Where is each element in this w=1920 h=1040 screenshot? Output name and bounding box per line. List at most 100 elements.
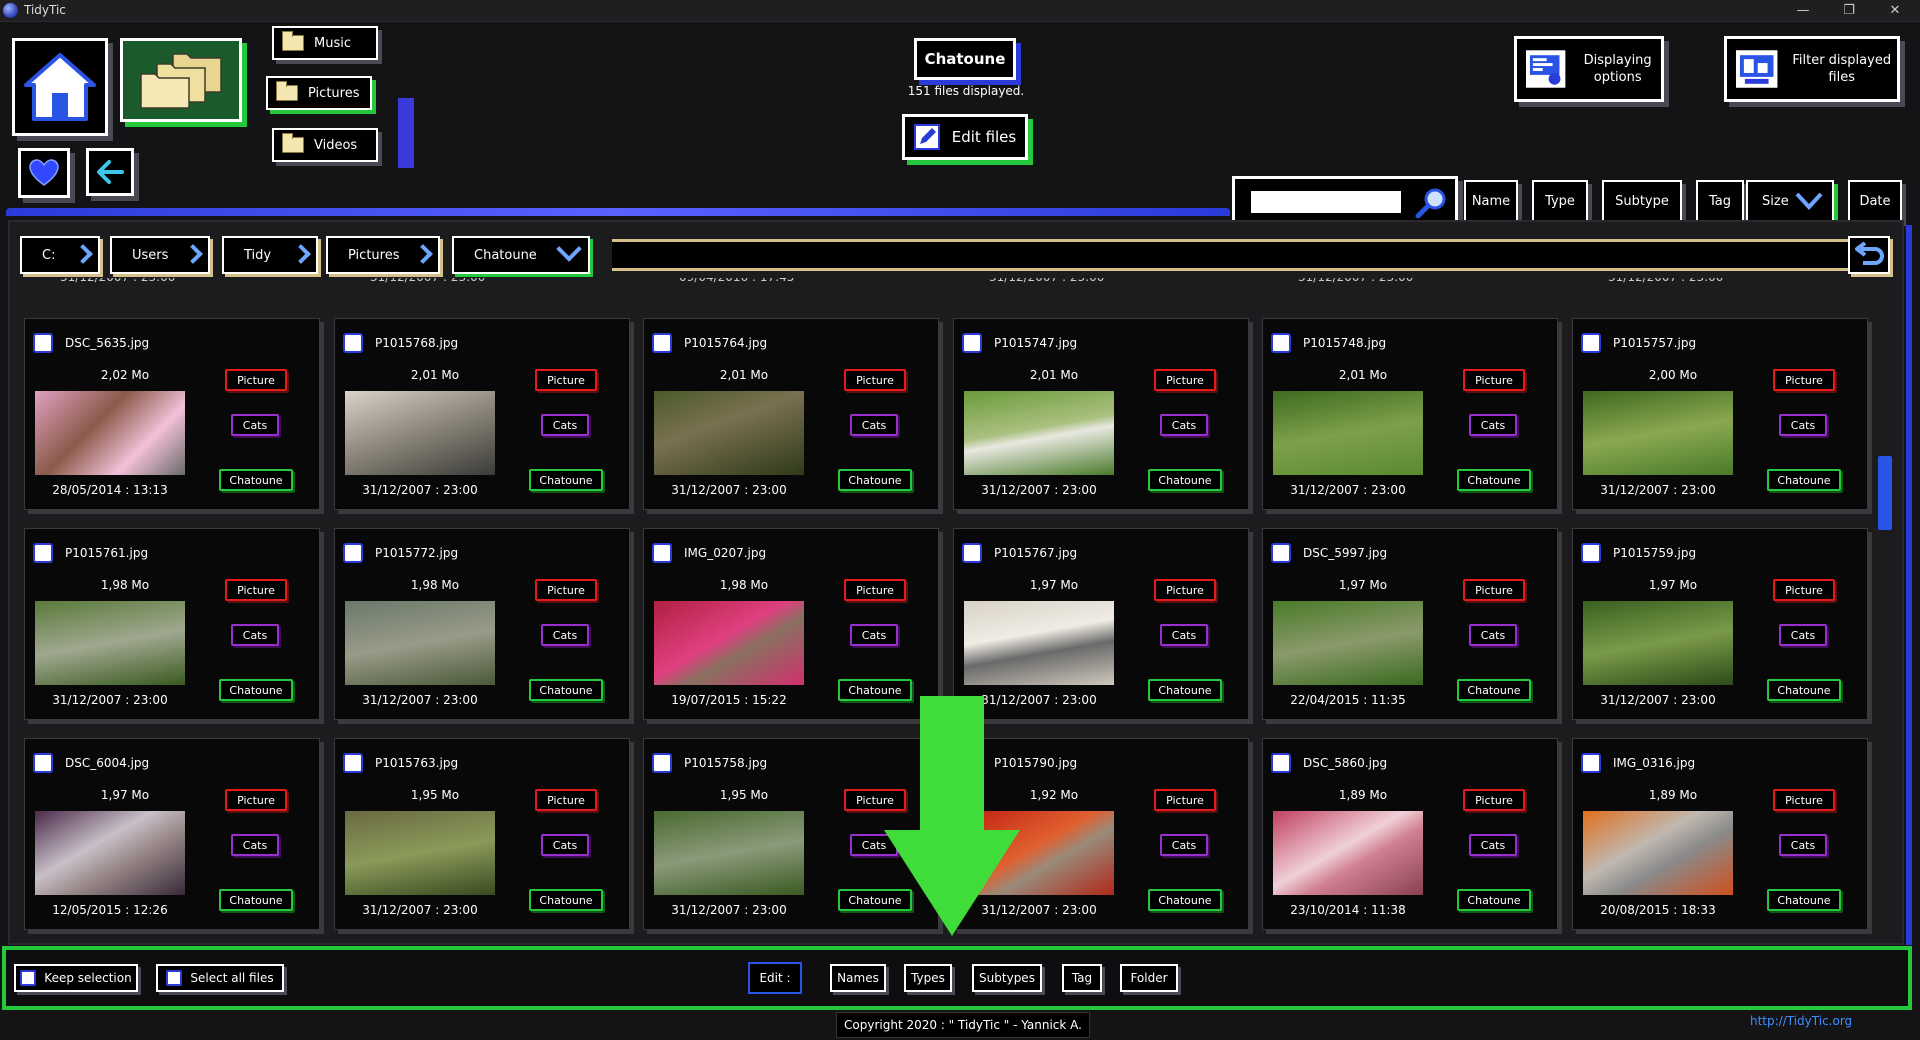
- folder-tag[interactable]: Chatoune: [1457, 889, 1531, 911]
- file-select-checkbox[interactable]: [1271, 753, 1291, 773]
- file-thumbnail[interactable]: [1273, 601, 1423, 685]
- folder-tag[interactable]: Chatoune: [1457, 469, 1531, 491]
- file-thumbnail[interactable]: [1273, 391, 1423, 475]
- breadcrumb-item-pictures[interactable]: Pictures: [326, 236, 440, 274]
- file-card[interactable]: IMG_0207.jpg 1,98 Mo 19/07/2015 : 15:22 Pic…: [643, 528, 939, 720]
- quick-folder-music[interactable]: Music: [272, 26, 378, 60]
- sort-by-type-button[interactable]: Type: [1532, 180, 1588, 222]
- file-select-checkbox[interactable]: [962, 543, 982, 563]
- file-select-checkbox[interactable]: [1581, 333, 1601, 353]
- type-tag[interactable]: Picture: [1773, 579, 1835, 601]
- subtype-tag[interactable]: Cats: [541, 414, 589, 436]
- sort-by-date-button[interactable]: Date: [1848, 180, 1902, 222]
- breadcrumb-item-users[interactable]: Users: [110, 236, 210, 274]
- file-thumbnail[interactable]: [1583, 601, 1733, 685]
- filter-files-button[interactable]: Filter displayed files: [1724, 36, 1900, 102]
- file-card[interactable]: DSC_5997.jpg 1,97 Mo 22/04/2015 : 11:35 Pic…: [1262, 528, 1558, 720]
- file-card[interactable]: P1015767.jpg 1,97 Mo 31/12/2007 : 23:00 Pic…: [953, 528, 1249, 720]
- home-button[interactable]: [12, 38, 108, 136]
- file-card[interactable]: IMG_0316.jpg 1,89 Mo 20/08/2015 : 18:33 Pic…: [1572, 738, 1868, 930]
- folder-tag[interactable]: Chatoune: [1767, 469, 1841, 491]
- file-thumbnail[interactable]: [35, 811, 185, 895]
- folder-tag[interactable]: Chatoune: [1148, 469, 1222, 491]
- search-input[interactable]: [1251, 191, 1401, 213]
- file-thumbnail[interactable]: [345, 391, 495, 475]
- subtype-tag[interactable]: Cats: [231, 834, 279, 856]
- file-thumbnail[interactable]: [1273, 811, 1423, 895]
- search-icon[interactable]: [1415, 187, 1449, 219]
- edit-subtypes-button[interactable]: Subtypes: [972, 964, 1042, 992]
- file-thumbnail[interactable]: [654, 811, 804, 895]
- file-card[interactable]: DSC_5635.jpg 2,02 Mo 28/05/2014 : 13:13 Pic…: [24, 318, 320, 510]
- folder-tag[interactable]: Chatoune: [1148, 889, 1222, 911]
- file-card[interactable]: P1015764.jpg 2,01 Mo 31/12/2007 : 23:00 Pic…: [643, 318, 939, 510]
- subtype-tag[interactable]: Cats: [1469, 834, 1517, 856]
- sort-by-size-button[interactable]: Size: [1746, 180, 1834, 222]
- minimize-button[interactable]: —: [1780, 0, 1826, 22]
- subtype-tag[interactable]: Cats: [1779, 834, 1827, 856]
- folder-tag[interactable]: Chatoune: [529, 469, 603, 491]
- file-select-checkbox[interactable]: [343, 333, 363, 353]
- file-select-checkbox[interactable]: [1271, 543, 1291, 563]
- subtype-tag[interactable]: Cats: [1779, 414, 1827, 436]
- quick-folder-videos[interactable]: Videos: [272, 128, 378, 162]
- file-thumbnail[interactable]: [654, 391, 804, 475]
- parent-folder-button[interactable]: [1848, 236, 1890, 274]
- sort-by-tag-button[interactable]: Tag: [1696, 180, 1744, 222]
- file-select-checkbox[interactable]: [962, 333, 982, 353]
- sort-by-subtype-button[interactable]: Subtype: [1602, 180, 1682, 222]
- close-button[interactable]: ✕: [1872, 0, 1918, 22]
- file-select-checkbox[interactable]: [652, 333, 672, 353]
- type-tag[interactable]: Picture: [1154, 369, 1216, 391]
- edit-folder-button[interactable]: Folder: [1120, 964, 1178, 992]
- breadcrumb-item-chatoune[interactable]: Chatoune: [452, 236, 590, 274]
- file-card[interactable]: P1015772.jpg 1,98 Mo 31/12/2007 : 23:00 Pic…: [334, 528, 630, 720]
- type-tag[interactable]: Picture: [1773, 369, 1835, 391]
- file-select-checkbox[interactable]: [33, 333, 53, 353]
- folder-tag[interactable]: Chatoune: [529, 679, 603, 701]
- sort-by-name-button[interactable]: Name: [1464, 180, 1518, 222]
- type-tag[interactable]: Picture: [1154, 789, 1216, 811]
- file-select-checkbox[interactable]: [343, 543, 363, 563]
- subtype-tag[interactable]: Cats: [1160, 414, 1208, 436]
- type-tag[interactable]: Picture: [1773, 789, 1835, 811]
- file-thumbnail[interactable]: [1583, 811, 1733, 895]
- favorites-button[interactable]: [18, 148, 70, 198]
- file-card[interactable]: P1015761.jpg 1,98 Mo 31/12/2007 : 23:00 Pic…: [24, 528, 320, 720]
- type-tag[interactable]: Picture: [1463, 369, 1525, 391]
- type-tag[interactable]: Picture: [535, 369, 597, 391]
- folder-tag[interactable]: Chatoune: [219, 679, 293, 701]
- file-thumbnail[interactable]: [1583, 391, 1733, 475]
- breadcrumb-path-field[interactable]: [612, 239, 1850, 271]
- subtype-tag[interactable]: Cats: [1469, 624, 1517, 646]
- file-select-checkbox[interactable]: [1581, 543, 1601, 563]
- file-thumbnail[interactable]: [964, 601, 1114, 685]
- file-thumbnail[interactable]: [35, 391, 185, 475]
- subtype-tag[interactable]: Cats: [850, 624, 898, 646]
- file-select-checkbox[interactable]: [652, 543, 672, 563]
- breadcrumb-item-c[interactable]: C:: [20, 236, 100, 274]
- file-card[interactable]: P1015757.jpg 2,00 Mo 31/12/2007 : 23:00 Pic…: [1572, 318, 1868, 510]
- file-select-checkbox[interactable]: [343, 753, 363, 773]
- folder-tag[interactable]: Chatoune: [1148, 679, 1222, 701]
- subtype-tag[interactable]: Cats: [1779, 624, 1827, 646]
- quick-folder-pictures[interactable]: Pictures: [266, 76, 372, 110]
- file-card[interactable]: DSC_5860.jpg 1,89 Mo 23/10/2014 : 11:38 Pic…: [1262, 738, 1558, 930]
- edit-types-button[interactable]: Types: [904, 964, 952, 992]
- file-select-checkbox[interactable]: [652, 753, 672, 773]
- type-tag[interactable]: Picture: [225, 369, 287, 391]
- breadcrumb-item-tidy[interactable]: Tidy: [222, 236, 318, 274]
- type-tag[interactable]: Picture: [535, 789, 597, 811]
- displaying-options-button[interactable]: Displaying options: [1514, 36, 1664, 102]
- folder-tag[interactable]: Chatoune: [219, 469, 293, 491]
- type-tag[interactable]: Picture: [1463, 579, 1525, 601]
- folder-tag[interactable]: Chatoune: [529, 889, 603, 911]
- file-thumbnail[interactable]: [345, 811, 495, 895]
- quick-folders-scrollbar[interactable]: [398, 98, 414, 168]
- file-thumbnail[interactable]: [654, 601, 804, 685]
- file-card[interactable]: P1015763.jpg 1,95 Mo 31/12/2007 : 23:00 Pic…: [334, 738, 630, 930]
- file-card[interactable]: P1015748.jpg 2,01 Mo 31/12/2007 : 23:00 Pic…: [1262, 318, 1558, 510]
- file-thumbnail[interactable]: [345, 601, 495, 685]
- type-tag[interactable]: Picture: [225, 789, 287, 811]
- website-link[interactable]: http://TidyTic.org: [1750, 1014, 1852, 1028]
